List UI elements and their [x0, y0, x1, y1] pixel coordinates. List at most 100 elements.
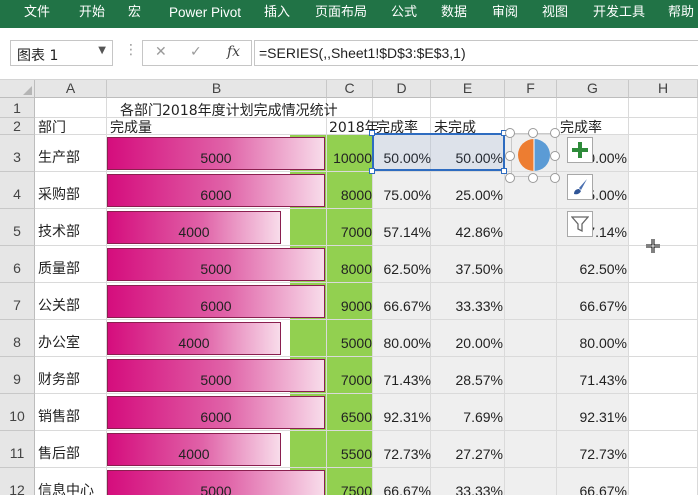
pie-slice-undone[interactable]: [518, 139, 534, 171]
worksheet-grid[interactable]: A B C D E F G H 1 2 3 4 5 6 7 8 9 10 11 12 各部门2018年度计划完成情况统计…: [0, 80, 698, 495]
completion-value[interactable]: 6000: [107, 409, 325, 425]
rate-cell[interactable]: 62.50%: [373, 261, 431, 277]
selection-handle[interactable]: [369, 130, 375, 136]
pie-slice-done[interactable]: [534, 139, 550, 171]
header-done[interactable]: 完成量: [110, 117, 152, 137]
dept-cell[interactable]: 采购部: [38, 184, 80, 204]
column-header-h[interactable]: H: [629, 80, 698, 98]
completion-value[interactable]: 4000: [107, 224, 281, 240]
chart-resize-handle[interactable]: [550, 173, 560, 183]
rate2-cell[interactable]: 92.31%: [557, 409, 627, 425]
completion-value[interactable]: 5000: [107, 261, 325, 277]
plan-cell[interactable]: 8000: [300, 261, 372, 277]
chart-resize-handle[interactable]: [505, 151, 515, 161]
chart-filters-button[interactable]: [567, 211, 593, 237]
undone-cell[interactable]: 42.86%: [431, 224, 503, 240]
plan-cell[interactable]: 9000: [300, 298, 372, 314]
tab-formulas[interactable]: 公式: [391, 0, 417, 28]
rate-cell[interactable]: 66.67%: [373, 483, 431, 495]
row-header-11[interactable]: 11: [0, 431, 35, 468]
formula-input[interactable]: =SERIES(,,Sheet1!$D$3:$E$3,1): [254, 40, 698, 66]
undone-cell[interactable]: 28.57%: [431, 372, 503, 388]
dept-cell[interactable]: 信息中心: [38, 480, 94, 495]
plan-cell[interactable]: 7000: [300, 224, 372, 240]
rate-cell[interactable]: 72.73%: [373, 446, 431, 462]
rate2-cell[interactable]: 66.67%: [557, 483, 627, 495]
completion-value[interactable]: 4000: [107, 335, 281, 351]
select-all-corner[interactable]: [0, 80, 35, 98]
chart-styles-button[interactable]: [567, 174, 593, 200]
dept-cell[interactable]: 公关部: [38, 295, 80, 315]
chart-resize-handle[interactable]: [528, 173, 538, 183]
rate2-cell[interactable]: 66.67%: [557, 298, 627, 314]
dept-cell[interactable]: 质量部: [38, 258, 80, 278]
undone-cell[interactable]: 27.27%: [431, 446, 503, 462]
plan-cell[interactable]: 8000: [300, 187, 372, 203]
completion-value[interactable]: 5000: [107, 372, 325, 388]
row-header-7[interactable]: 7: [0, 283, 35, 320]
tab-data[interactable]: 数据: [441, 0, 467, 28]
plan-cell[interactable]: 5000: [300, 335, 372, 351]
cancel-icon[interactable]: ✕: [155, 44, 167, 60]
completion-value[interactable]: 6000: [107, 298, 325, 314]
rate2-cell[interactable]: 72.73%: [557, 446, 627, 462]
completion-value[interactable]: 5000: [107, 483, 325, 495]
completion-value[interactable]: 4000: [107, 446, 281, 462]
tab-home[interactable]: 开始: [79, 0, 105, 28]
undone-cell[interactable]: 25.00%: [431, 187, 503, 203]
selection-handle[interactable]: [369, 168, 375, 174]
dept-cell[interactable]: 售后部: [38, 443, 80, 463]
header-rate2[interactable]: 完成率: [560, 117, 602, 137]
row-header-9[interactable]: 9: [0, 357, 35, 394]
chart-resize-handle[interactable]: [505, 173, 515, 183]
rate-cell[interactable]: 92.31%: [373, 409, 431, 425]
rate2-cell[interactable]: 62.50%: [557, 261, 627, 277]
row-header-12[interactable]: 12: [0, 468, 35, 495]
column-header-d[interactable]: D: [373, 80, 431, 98]
tab-help[interactable]: 帮助: [668, 0, 694, 28]
rate-cell[interactable]: 71.43%: [373, 372, 431, 388]
plan-cell[interactable]: 10000: [300, 150, 372, 166]
rate-cell[interactable]: 66.67%: [373, 298, 431, 314]
tab-page-layout[interactable]: 页面布局: [315, 0, 367, 28]
rate-cell[interactable]: 57.14%: [373, 224, 431, 240]
dept-cell[interactable]: 办公室: [38, 332, 80, 352]
row-header-3[interactable]: 3: [0, 135, 35, 172]
plan-cell[interactable]: 7000: [300, 372, 372, 388]
undone-cell[interactable]: 20.00%: [431, 335, 503, 351]
rate-cell[interactable]: 75.00%: [373, 187, 431, 203]
row-header-10[interactable]: 10: [0, 394, 35, 431]
insert-function-icon[interactable]: fx: [227, 44, 240, 60]
plan-cell[interactable]: 5500: [300, 446, 372, 462]
plan-cell[interactable]: 6500: [300, 409, 372, 425]
completion-value[interactable]: 6000: [107, 187, 325, 203]
plan-cell[interactable]: 7500: [300, 483, 372, 495]
dept-cell[interactable]: 技术部: [38, 221, 80, 241]
chart-resize-handle[interactable]: [505, 128, 515, 138]
drag-handle-icon[interactable]: ⋮: [124, 42, 138, 58]
header-dept[interactable]: 部门: [38, 117, 66, 137]
sheet-title[interactable]: 各部门2018年度计划完成情况统计: [120, 100, 338, 120]
column-header-e[interactable]: E: [431, 80, 505, 98]
undone-cell[interactable]: 7.69%: [431, 409, 503, 425]
row-header-6[interactable]: 6: [0, 246, 35, 283]
tab-power-pivot[interactable]: Power Pivot: [169, 0, 241, 28]
chevron-down-icon[interactable]: ▼: [98, 45, 106, 56]
rate2-cell[interactable]: 71.43%: [557, 372, 627, 388]
row-header-4[interactable]: 4: [0, 172, 35, 209]
chart-elements-button[interactable]: [567, 137, 593, 163]
chart-resize-handle[interactable]: [528, 128, 538, 138]
undone-cell[interactable]: 37.50%: [431, 261, 503, 277]
row-header-8[interactable]: 8: [0, 320, 35, 357]
row-header-5[interactable]: 5: [0, 209, 35, 246]
completion-value[interactable]: 5000: [107, 150, 325, 166]
tab-review[interactable]: 审阅: [492, 0, 518, 28]
row-header-2[interactable]: 2: [0, 118, 35, 135]
undone-cell[interactable]: 33.33%: [431, 298, 503, 314]
tab-macro[interactable]: 宏: [128, 0, 141, 28]
chart-resize-handle[interactable]: [550, 151, 560, 161]
column-header-g[interactable]: G: [557, 80, 629, 98]
chart-resize-handle[interactable]: [550, 128, 560, 138]
rate-cell[interactable]: 80.00%: [373, 335, 431, 351]
column-header-b[interactable]: B: [107, 80, 327, 98]
